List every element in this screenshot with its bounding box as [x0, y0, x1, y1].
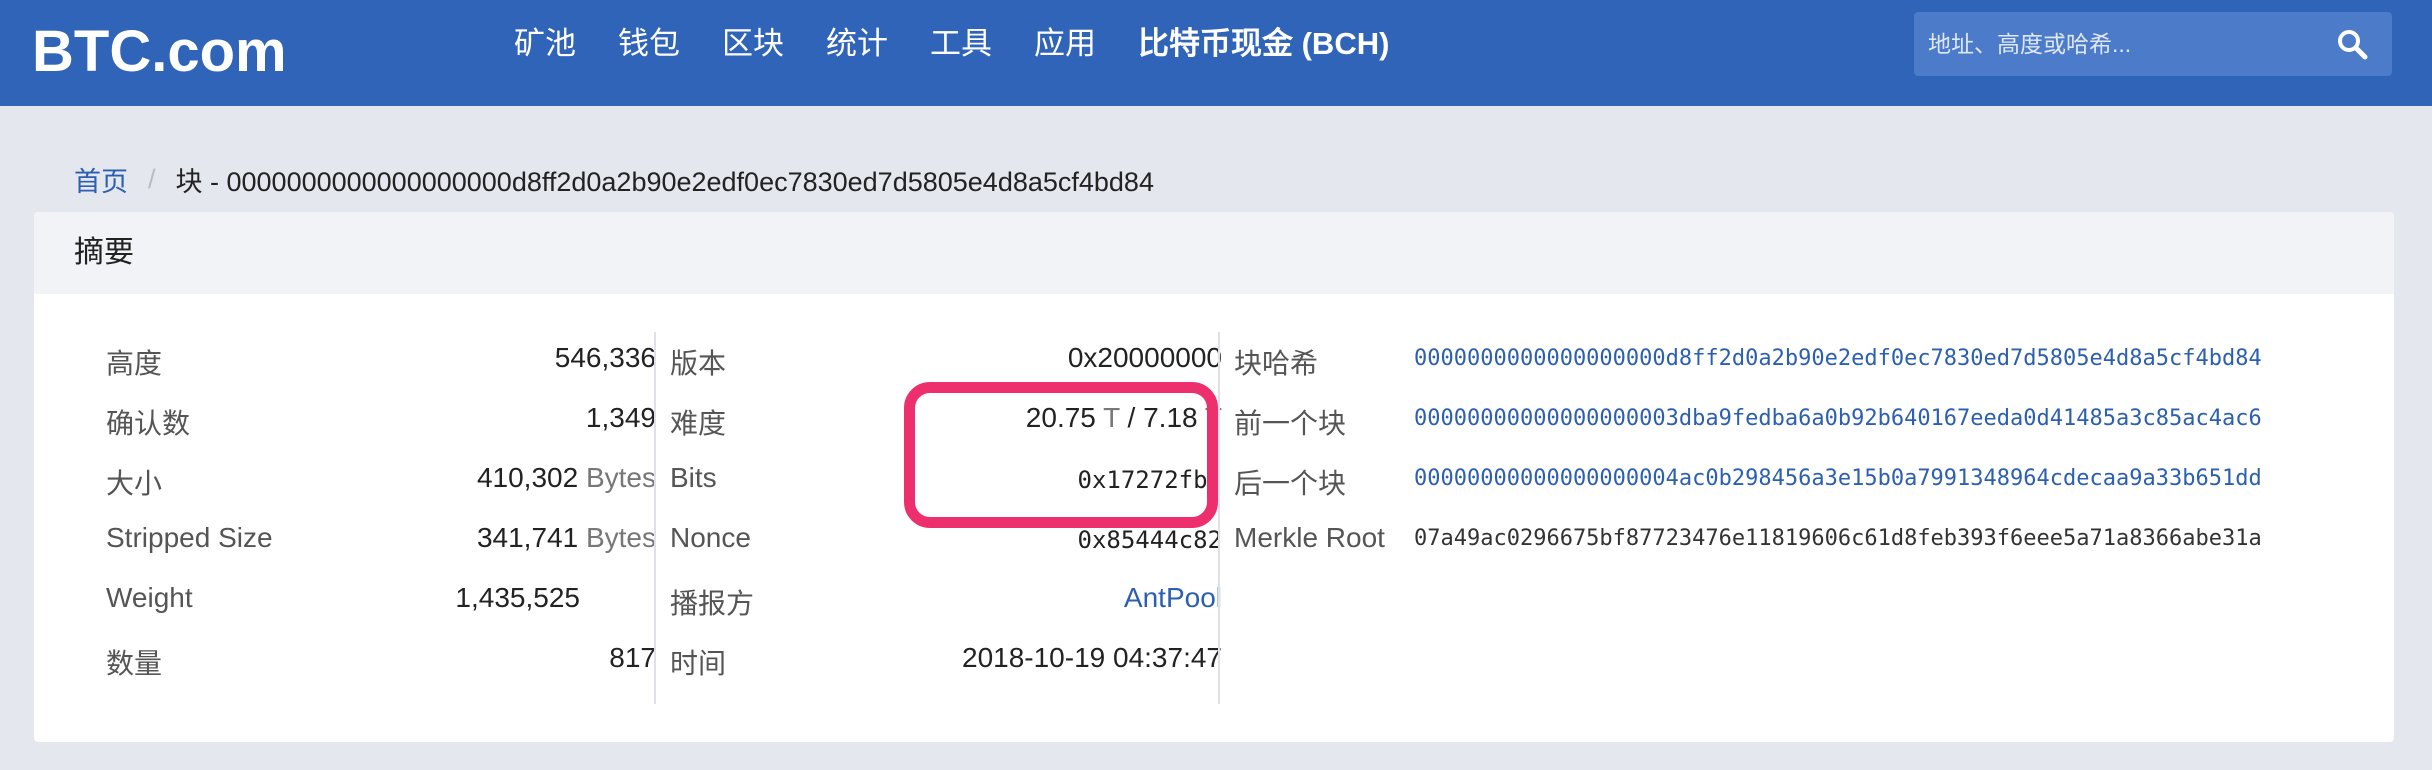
column-divider [1218, 332, 1220, 704]
breadcrumb-home-link[interactable]: 首页 [74, 160, 128, 199]
site-logo[interactable]: BTC.com [32, 18, 287, 85]
nav-item-stats[interactable]: 统计 [826, 24, 888, 64]
info-value: 0x20000000 [1067, 342, 1222, 373]
info-row-tx-count: 数量 817 [106, 632, 656, 692]
info-label: 确认数 [106, 408, 191, 439]
highlight-annotation-box [904, 382, 1218, 528]
summary-col-hashes: 块哈希 0000000000000000000d8ff2d0a2b90e2edf… [1234, 332, 2358, 572]
info-label: 大小 [106, 468, 163, 499]
relayed-by-link[interactable]: AntPool [1124, 582, 1222, 614]
info-value: 341,741 Bytes [476, 522, 656, 553]
breadcrumb-current: 块 - 0000000000000000000d8ff2d0a2b90e2edf… [175, 167, 1154, 197]
info-value: 2018-10-19 04:37:47 [962, 642, 1222, 673]
info-row-stripped-size: Stripped Size 341,741 Bytes [106, 512, 656, 572]
summary-title: 摘要 [74, 236, 134, 269]
summary-col-basic: 高度 546,336 确认数 1,349 大小 410,302 Bytes St… [106, 332, 656, 692]
info-row-merkle-root: Merkle Root 07a49ac0296675bf87723476e118… [1234, 512, 2358, 572]
search-box [1914, 12, 2392, 76]
info-row-relayed-by: 播报方 AntPool [670, 572, 1222, 632]
main-nav: 矿池 钱包 区块 统计 工具 应用 比特币现金 (BCH) [514, 24, 1431, 64]
info-value: 1,435,525 [455, 582, 580, 613]
nav-item-pool[interactable]: 矿池 [514, 24, 576, 64]
info-row-block-hash: 块哈希 0000000000000000000d8ff2d0a2b90e2edf… [1234, 332, 2358, 392]
breadcrumb-separator: / [148, 164, 156, 194]
nav-item-bch[interactable]: 比特币现金 (BCH) [1138, 24, 1389, 64]
info-label: 数量 [106, 648, 163, 679]
info-value: 546,336 [554, 342, 656, 373]
info-label: 后一个块 [1234, 468, 1347, 499]
info-label: 高度 [106, 348, 163, 379]
info-row-next-block: 后一个块 00000000000000000004ac0b298456a3e15… [1234, 452, 2358, 512]
info-value: 1,349 [585, 402, 656, 433]
info-value: 410,302 Bytes [476, 462, 656, 493]
breadcrumb: 首页 / 块 - 0000000000000000000d8ff2d0a2b90… [74, 160, 1154, 199]
info-label: Merkle Root [1234, 522, 1385, 553]
prev-block-link[interactable]: 00000000000000000003dba9fedba6a0b92b6401… [1414, 406, 2262, 431]
summary-card-header: 摘要 [34, 212, 2394, 294]
info-row-prev-block: 前一个块 00000000000000000003dba9fedba6a0b92… [1234, 392, 2358, 452]
info-label: 时间 [670, 648, 727, 679]
nav-item-wallet[interactable]: 钱包 [618, 24, 680, 64]
info-value: 817 [609, 642, 656, 673]
info-row-time: 时间 2018-10-19 04:37:47 [670, 632, 1222, 692]
info-value: 0x85444c82 [1077, 526, 1223, 554]
info-label: Nonce [670, 522, 751, 553]
info-label: Stripped Size [106, 522, 273, 553]
merkle-root-value: 07a49ac0296675bf87723476e11819606c61d8fe… [1414, 526, 2262, 551]
block-hash-link[interactable]: 0000000000000000000d8ff2d0a2b90e2edf0ec7… [1414, 346, 2262, 371]
search-icon[interactable] [2334, 26, 2370, 62]
column-divider [654, 332, 656, 704]
info-label: Weight [106, 582, 193, 613]
search-input[interactable] [1928, 26, 2308, 62]
info-label: 前一个块 [1234, 408, 1347, 439]
info-row-weight: Weight 1,435,525 [106, 572, 656, 632]
info-label: 难度 [670, 408, 727, 439]
info-row-confirmations: 确认数 1,349 [106, 392, 656, 452]
info-label: 播报方 [670, 588, 755, 619]
next-block-link[interactable]: 00000000000000000004ac0b298456a3e15b0a79… [1414, 466, 2262, 491]
top-navbar: BTC.com 矿池 钱包 区块 统计 工具 应用 比特币现金 (BCH) [0, 0, 2432, 106]
info-label: 版本 [670, 348, 727, 379]
nav-item-apps[interactable]: 应用 [1034, 24, 1096, 64]
nav-item-tools[interactable]: 工具 [930, 24, 992, 64]
info-label: 块哈希 [1234, 348, 1319, 379]
nav-item-blocks[interactable]: 区块 [722, 24, 784, 64]
info-row-size: 大小 410,302 Bytes [106, 452, 656, 512]
info-row-height: 高度 546,336 [106, 332, 656, 392]
info-label: Bits [670, 462, 717, 493]
